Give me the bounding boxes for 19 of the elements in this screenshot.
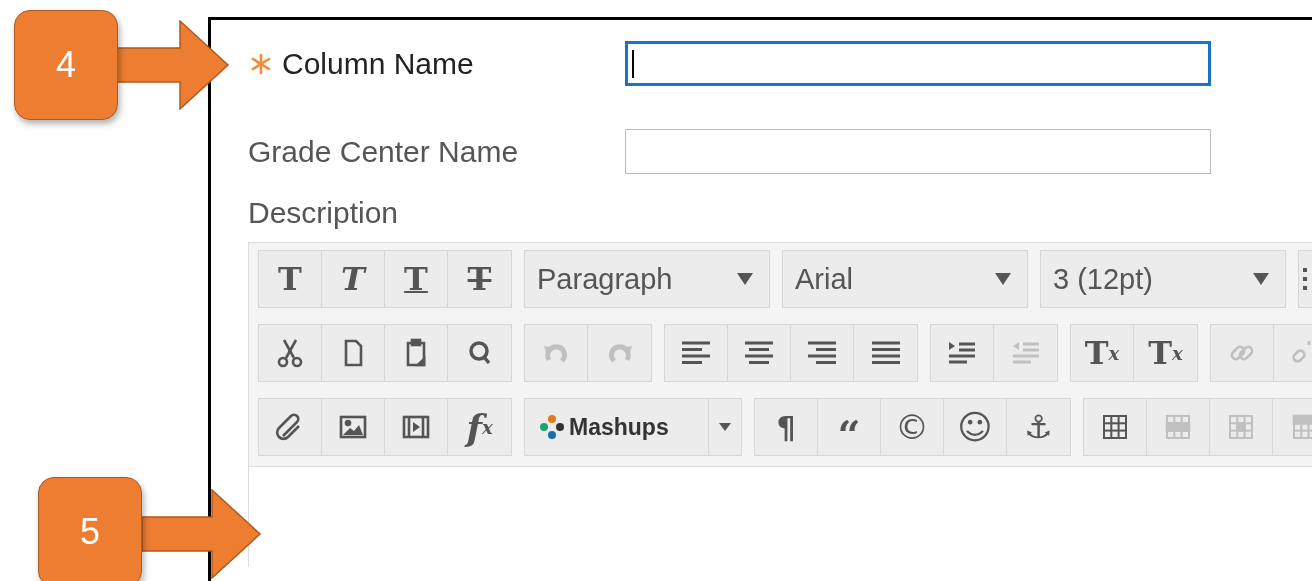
caret-icon [719, 423, 731, 431]
dropdown[interactable]: Arial [782, 250, 1028, 308]
dropdown[interactable]: Paragraph [524, 250, 770, 308]
caret-icon [737, 273, 753, 285]
field-label: Grade Center Name [248, 134, 519, 169]
table-row-icon [1163, 412, 1193, 442]
callout-badge: 5 [38, 477, 142, 581]
caret-icon [1253, 273, 1269, 285]
field-label: Description [248, 196, 400, 231]
text-field[interactable] [625, 129, 1211, 174]
field-label: Column Name [282, 46, 474, 81]
scissors-icon [275, 338, 305, 368]
dots-logo-icon [539, 414, 565, 440]
dropdown[interactable]: 3 (12pt) [1040, 250, 1286, 308]
table-cell-icon [1226, 412, 1256, 442]
text-field[interactable] [625, 41, 1211, 86]
caret-icon [995, 273, 1011, 285]
callout-badge: 4 [14, 10, 118, 120]
table-icon [1100, 412, 1130, 442]
